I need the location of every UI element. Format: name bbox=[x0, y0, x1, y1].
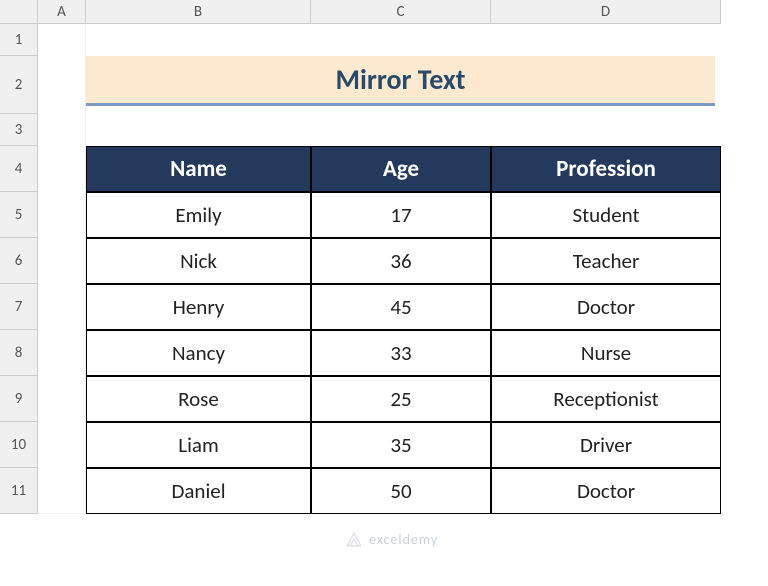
table-cell[interactable]: Doctor bbox=[491, 284, 721, 330]
row-header-3[interactable]: 3 bbox=[0, 114, 38, 146]
col-header-b[interactable]: B bbox=[86, 0, 311, 24]
col-header-a[interactable]: A bbox=[38, 0, 86, 24]
table-header-profession[interactable]: Profession bbox=[491, 146, 721, 192]
table-header-age[interactable]: Age bbox=[311, 146, 491, 192]
row-header-2[interactable]: 2 bbox=[0, 56, 38, 114]
row-header-6[interactable]: 6 bbox=[0, 238, 38, 284]
table-cell[interactable]: Doctor bbox=[491, 468, 721, 514]
table-header-name[interactable]: Name bbox=[86, 146, 311, 192]
select-all-corner[interactable] bbox=[0, 0, 38, 24]
table-cell[interactable]: Daniel bbox=[86, 468, 311, 514]
table-cell[interactable]: 35 bbox=[311, 422, 491, 468]
watermark-text: exceldemy bbox=[369, 531, 438, 548]
col-header-c[interactable]: C bbox=[311, 0, 491, 24]
table-cell[interactable]: Driver bbox=[491, 422, 721, 468]
title-cell[interactable]: Mirror Text bbox=[86, 56, 715, 106]
col-header-d[interactable]: D bbox=[491, 0, 721, 24]
table-cell[interactable]: Nancy bbox=[86, 330, 311, 376]
table-cell[interactable]: 36 bbox=[311, 238, 491, 284]
watermark-icon bbox=[345, 530, 363, 548]
table-cell[interactable]: 25 bbox=[311, 376, 491, 422]
row-header-8[interactable]: 8 bbox=[0, 330, 38, 376]
table-cell[interactable]: Emily bbox=[86, 192, 311, 238]
table-cell[interactable]: Receptionist bbox=[491, 376, 721, 422]
table-cell[interactable]: Rose bbox=[86, 376, 311, 422]
row-header-11[interactable]: 11 bbox=[0, 468, 38, 514]
table-cell[interactable]: 50 bbox=[311, 468, 491, 514]
table-cell[interactable]: Liam bbox=[86, 422, 311, 468]
row-header-1[interactable]: 1 bbox=[0, 24, 38, 56]
table-cell[interactable]: 45 bbox=[311, 284, 491, 330]
table-cell[interactable]: Nick bbox=[86, 238, 311, 284]
spreadsheet-grid: A B C D 1 2 3 4 5 6 7 8 9 10 11 Mirror T… bbox=[0, 0, 768, 514]
table-cell[interactable]: Teacher bbox=[491, 238, 721, 284]
table-cell[interactable]: 17 bbox=[311, 192, 491, 238]
table-cell[interactable]: 33 bbox=[311, 330, 491, 376]
row-header-9[interactable]: 9 bbox=[0, 376, 38, 422]
row-header-4[interactable]: 4 bbox=[0, 146, 38, 192]
row-header-5[interactable]: 5 bbox=[0, 192, 38, 238]
table-cell[interactable]: Student bbox=[491, 192, 721, 238]
table-cell[interactable]: Nurse bbox=[491, 330, 721, 376]
cell-col-a[interactable] bbox=[38, 24, 86, 514]
row-header-10[interactable]: 10 bbox=[0, 422, 38, 468]
watermark: exceldemy bbox=[345, 530, 438, 548]
row-header-7[interactable]: 7 bbox=[0, 284, 38, 330]
table-cell[interactable]: Henry bbox=[86, 284, 311, 330]
